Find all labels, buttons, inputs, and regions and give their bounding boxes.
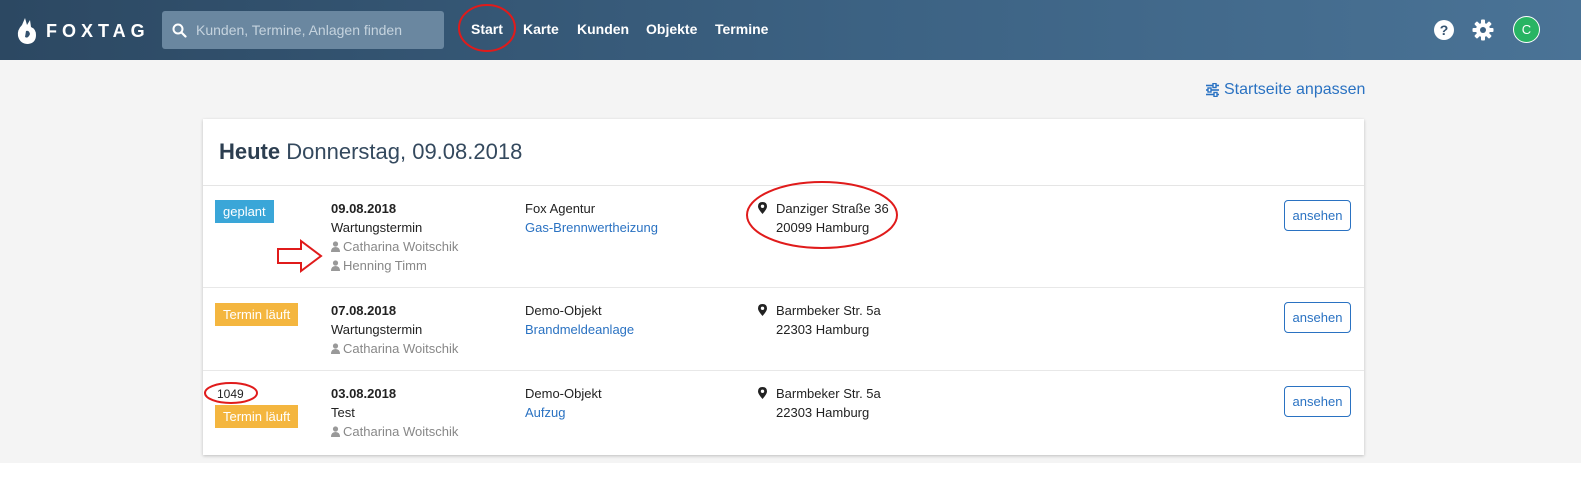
- appointment-date: 03.08.2018: [331, 386, 397, 401]
- assignee: Catharina Woitschik: [331, 422, 458, 441]
- object-info: Demo-Objekt Aufzug: [525, 384, 602, 422]
- search-box[interactable]: [162, 11, 444, 49]
- user-avatar[interactable]: C: [1513, 16, 1540, 43]
- top-navbar: FOXTAG Start Karte Kunden Objekte Termin…: [0, 0, 1581, 60]
- status-badge: geplant: [215, 200, 274, 223]
- address-city: 22303 Hamburg: [776, 322, 870, 337]
- user-icon: [331, 426, 340, 437]
- page-title: Heute Donnerstag, 09.08.2018: [219, 139, 522, 165]
- address: Barmbeker Str. 5a 22303 Hamburg: [776, 301, 881, 339]
- address: Barmbeker Str. 5a 22303 Hamburg: [776, 384, 881, 422]
- system-link[interactable]: Gas-Brennwertheizung: [525, 218, 658, 237]
- appointment-type: Wartungstermin: [331, 322, 423, 337]
- user-icon: [331, 260, 340, 271]
- address: Danziger Straße 36 20099 Hamburg: [776, 199, 889, 237]
- appointment-row[interactable]: Termin läuft 07.08.2018 Wartungstermin C…: [203, 288, 1364, 371]
- address-street: Danziger Straße 36: [776, 201, 889, 216]
- view-button[interactable]: ansehen: [1284, 302, 1351, 333]
- sliders-icon: [1206, 83, 1219, 97]
- user-icon: [331, 343, 340, 354]
- nav-kunden[interactable]: Kunden: [577, 21, 629, 37]
- today-date: Donnerstag, 09.08.2018: [286, 139, 523, 164]
- today-label: Heute: [219, 139, 281, 164]
- svg-text:?: ?: [1440, 22, 1449, 38]
- object-name: Demo-Objekt: [525, 303, 602, 318]
- appointment-row[interactable]: geplant 09.08.2018 Wartungstermin Cathar…: [203, 186, 1364, 288]
- appointment-info: 07.08.2018 Wartungstermin Catharina Woit…: [331, 301, 458, 358]
- object-name: Demo-Objekt: [525, 386, 602, 401]
- appointment-info: 03.08.2018 Test Catharina Woitschik: [331, 384, 458, 441]
- assignee: Catharina Woitschik: [331, 237, 458, 256]
- address-street: Barmbeker Str. 5a: [776, 303, 881, 318]
- gear-icon[interactable]: [1471, 18, 1495, 42]
- view-button[interactable]: ansehen: [1284, 200, 1351, 231]
- appointment-type: Wartungstermin: [331, 220, 423, 235]
- assignee: Henning Timm: [331, 256, 458, 275]
- search-icon: [162, 11, 196, 49]
- appointment-type: Test: [331, 405, 355, 420]
- address-city: 20099 Hamburg: [776, 220, 870, 235]
- system-link[interactable]: Brandmeldeanlage: [525, 320, 634, 339]
- appointment-info: 09.08.2018 Wartungstermin Catharina Woit…: [331, 199, 458, 275]
- object-info: Fox Agentur Gas-Brennwertheizung: [525, 199, 658, 237]
- customize-start-link[interactable]: Startseite anpassen: [1205, 81, 1365, 99]
- search-input[interactable]: [196, 22, 436, 38]
- nav-start[interactable]: Start: [471, 21, 503, 37]
- nav-termine[interactable]: Termine: [715, 21, 768, 37]
- address-street: Barmbeker Str. 5a: [776, 386, 881, 401]
- map-marker-icon: [758, 304, 767, 316]
- appointment-row[interactable]: 1049 Termin läuft 03.08.2018 Test Cathar…: [203, 371, 1364, 455]
- system-link[interactable]: Aufzug: [525, 403, 602, 422]
- appointment-date: 07.08.2018: [331, 303, 397, 318]
- nav-objekte[interactable]: Objekte: [646, 21, 697, 37]
- foxtag-logo[interactable]: FOXTAG: [16, 16, 150, 46]
- assignee: Catharina Woitschik: [331, 339, 458, 358]
- status-badge: Termin läuft: [215, 303, 299, 326]
- object-name: Fox Agentur: [525, 201, 596, 216]
- fox-logo-icon: [17, 18, 36, 44]
- address-city: 22303 Hamburg: [776, 405, 870, 420]
- appointment-date: 09.08.2018: [331, 201, 397, 216]
- status-badge: Termin läuft: [215, 405, 299, 428]
- today-card: Heute Donnerstag, 09.08.2018 geplant 09.…: [203, 119, 1364, 455]
- nav-karte[interactable]: Karte: [523, 21, 559, 37]
- object-info: Demo-Objekt Brandmeldeanlage: [525, 301, 634, 339]
- map-marker-icon: [758, 202, 767, 214]
- card-header: Heute Donnerstag, 09.08.2018: [203, 119, 1364, 186]
- help-icon[interactable]: ?: [1432, 18, 1456, 42]
- customize-label: Startseite anpassen: [1224, 81, 1366, 98]
- user-icon: [331, 241, 340, 252]
- logo-text: FOXTAG: [46, 20, 150, 41]
- appointment-id: 1049: [217, 387, 244, 401]
- view-button[interactable]: ansehen: [1284, 386, 1351, 417]
- map-marker-icon: [758, 387, 767, 399]
